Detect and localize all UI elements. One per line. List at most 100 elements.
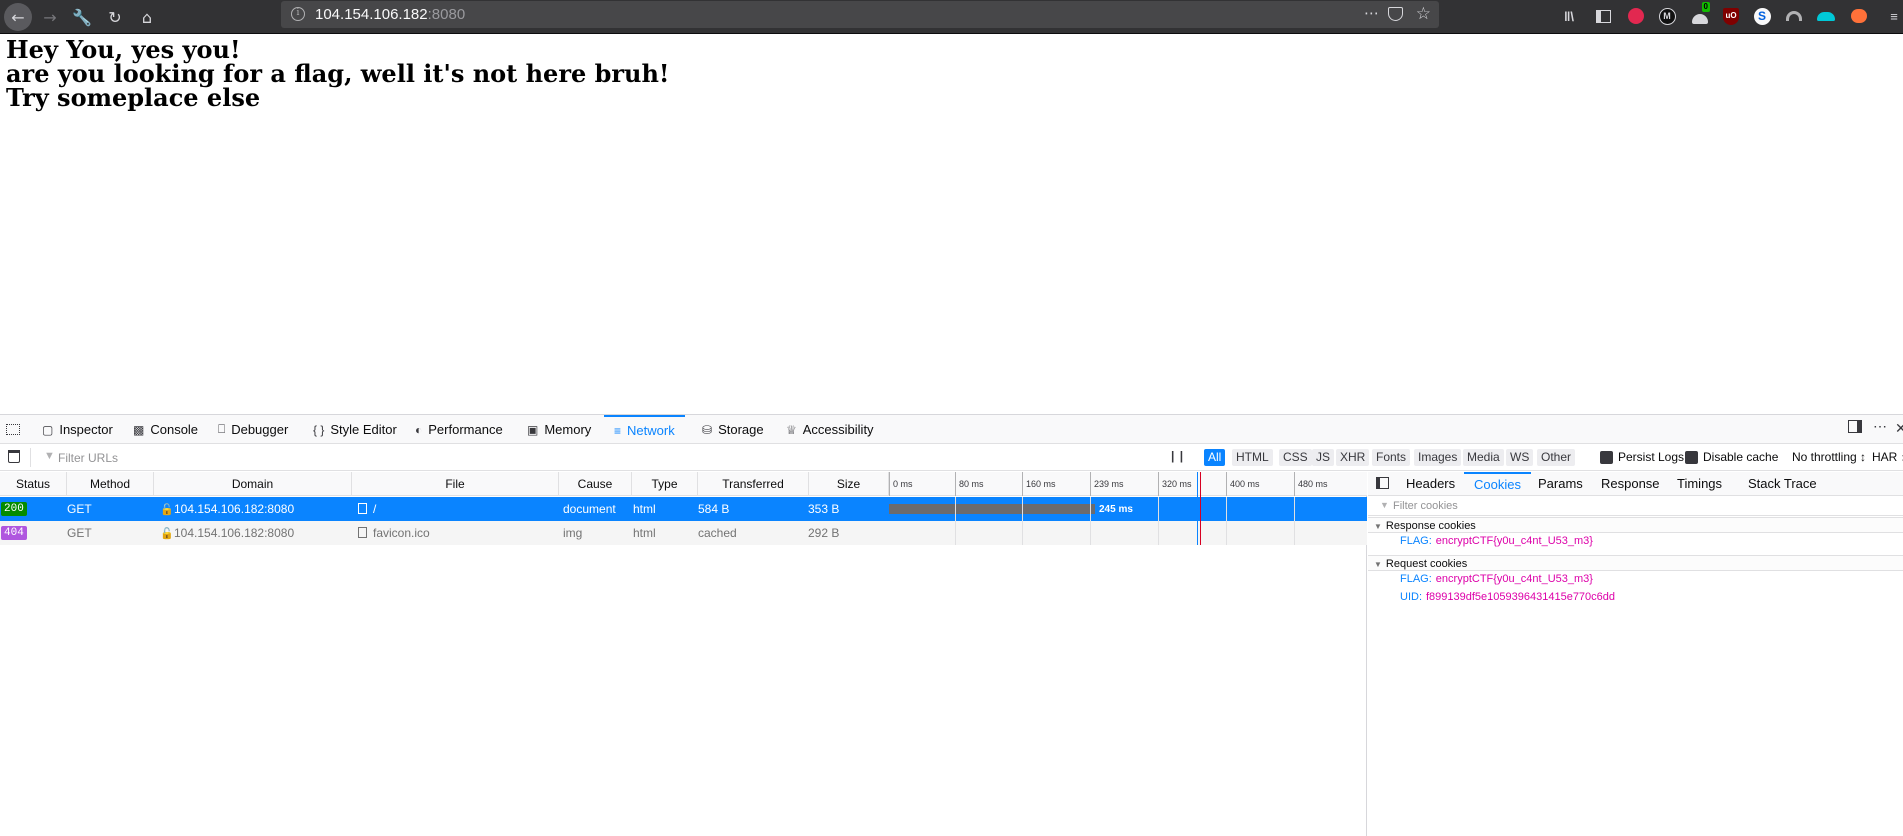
- star-icon[interactable]: ☆: [1416, 4, 1431, 24]
- disable-cache-checkbox[interactable]: Disable cache: [1685, 450, 1778, 464]
- request-cookies-header[interactable]: ▼ Request cookies: [1368, 555, 1903, 571]
- pause-button[interactable]: | |: [1171, 449, 1184, 463]
- tab-accessibility[interactable]: ♕ Accessibility: [786, 415, 874, 444]
- tab-style-editor[interactable]: { } Style Editor: [313, 415, 397, 444]
- column-status[interactable]: Status: [0, 472, 67, 496]
- filter-xhr[interactable]: XHR: [1336, 449, 1370, 466]
- cookie-row[interactable]: FLAG: encryptCTF{y0u_c4nt_U53_m3}: [1400, 535, 1593, 547]
- toggle-panel-button[interactable]: [1376, 472, 1389, 496]
- close-icon[interactable]: ✕: [1895, 420, 1903, 437]
- tab-debugger[interactable]: ⎕ Debugger: [218, 415, 288, 444]
- info-icon[interactable]: i: [291, 7, 305, 21]
- column-type[interactable]: Type: [632, 472, 698, 496]
- column-transferred[interactable]: Transferred: [698, 472, 809, 496]
- filter-media[interactable]: Media: [1463, 449, 1504, 466]
- page-line-3: Try someplace else: [6, 83, 261, 112]
- extension-red-icon[interactable]: [1626, 6, 1646, 26]
- filter-other[interactable]: Other: [1537, 449, 1576, 466]
- inspector-icon: ▢: [42, 422, 54, 437]
- filter-css[interactable]: CSS: [1279, 449, 1312, 466]
- tab-timings[interactable]: Timings: [1677, 472, 1722, 496]
- filter-images[interactable]: Images: [1414, 449, 1462, 466]
- trash-icon[interactable]: [8, 450, 20, 463]
- har-menu[interactable]: HAR ↕: [1872, 450, 1903, 464]
- file-icon: [358, 527, 367, 538]
- request-method: GET: [67, 526, 92, 540]
- tab-inspector[interactable]: ▢ Inspector: [42, 415, 113, 444]
- forward-button[interactable]: →: [36, 3, 64, 31]
- tab-headers[interactable]: Headers: [1406, 472, 1455, 496]
- pocket-icon[interactable]: [1388, 7, 1403, 21]
- request-size: 292 B: [808, 526, 840, 540]
- filter-js[interactable]: JS: [1312, 449, 1335, 466]
- filter-cookies-input[interactable]: ▼ Filter cookies: [1368, 497, 1903, 516]
- devtools-panel: ▢ Inspector ▩ Console ⎕ Debugger { } Style E…: [0, 414, 1903, 836]
- library-icon[interactable]: ‖\: [1559, 6, 1579, 26]
- column-domain[interactable]: Domain: [154, 472, 352, 496]
- pick-element-icon: [6, 424, 20, 435]
- table-row[interactable]: 200 GET 🔓104.154.106.182:8080 / document…: [0, 497, 1367, 521]
- table-row[interactable]: 404 GET 🔓104.154.106.182:8080 favicon.ic…: [0, 521, 1367, 545]
- request-domain: 🔓104.154.106.182:8080: [160, 497, 294, 521]
- column-file[interactable]: File: [352, 472, 559, 496]
- column-cause[interactable]: Cause: [559, 472, 632, 496]
- status-badge: 404: [1, 526, 27, 540]
- cookie-row[interactable]: UID: f899139df5e1059396431415e770c6dd: [1400, 591, 1615, 603]
- pick-element-button[interactable]: [6, 415, 26, 444]
- tab-performance[interactable]: ◐ Performance: [415, 415, 503, 444]
- memory-icon: ▣: [527, 422, 539, 437]
- request-cause: document: [563, 502, 616, 516]
- column-size[interactable]: Size: [809, 472, 889, 496]
- throttling-select[interactable]: No throttling ↕: [1792, 450, 1866, 464]
- tab-storage[interactable]: ⛁ Storage: [702, 415, 764, 444]
- tab-params[interactable]: Params: [1538, 472, 1583, 496]
- cloud-icon[interactable]: [1816, 6, 1836, 26]
- waterfall-gridline: [1090, 497, 1091, 545]
- style-editor-icon: { }: [313, 422, 325, 437]
- request-file: /: [358, 497, 376, 521]
- filter-html[interactable]: HTML: [1232, 449, 1273, 466]
- dock-side-icon[interactable]: [1848, 420, 1862, 436]
- more-icon[interactable]: ⋯: [1873, 418, 1887, 435]
- extension-hat-icon[interactable]: 0: [1690, 2, 1710, 26]
- tab-cookies[interactable]: Cookies: [1464, 472, 1531, 496]
- reload-button[interactable]: ↻: [101, 3, 129, 31]
- back-button[interactable]: ←: [4, 3, 32, 31]
- url-text[interactable]: 104.154.106.182:8080: [315, 6, 465, 23]
- cookie-row[interactable]: FLAG: encryptCTF{y0u_c4nt_U53_m3}: [1400, 573, 1593, 585]
- menu-icon[interactable]: ≡: [1884, 6, 1903, 26]
- tab-stack-trace[interactable]: Stack Trace: [1748, 472, 1817, 496]
- persist-logs-checkbox[interactable]: Persist Logs: [1600, 450, 1684, 464]
- filter-all[interactable]: All: [1204, 449, 1226, 466]
- ublock-icon[interactable]: uO: [1721, 6, 1741, 26]
- more-icon[interactable]: ⋯: [1364, 4, 1379, 22]
- table-header: Status Method Domain File Cause Type Tra…: [0, 472, 1367, 496]
- waterfall-gridline: [1158, 497, 1159, 545]
- accessibility-icon: ♕: [786, 422, 797, 437]
- request-table: Status Method Domain File Cause Type Tra…: [0, 472, 1367, 836]
- home-icon: ⌂: [141, 7, 153, 27]
- waterfall-gridline: [1022, 497, 1023, 545]
- url-bar[interactable]: i 104.154.106.182:8080 ⋯ ☆: [281, 1, 1439, 28]
- filter-fonts[interactable]: Fonts: [1372, 449, 1411, 466]
- url-host: 104.154.106.182: [315, 6, 428, 23]
- tab-console[interactable]: ▩ Console: [133, 415, 198, 444]
- extension-orange-icon[interactable]: [1849, 6, 1869, 26]
- request-domain-text: 104.154.106.182:8080: [174, 526, 295, 540]
- extension-arc-icon[interactable]: [1784, 6, 1804, 26]
- tab-network[interactable]: ≡ Network: [604, 415, 685, 444]
- filter-urls-input[interactable]: Filter URLs: [58, 451, 118, 465]
- home-button[interactable]: ⌂: [133, 3, 161, 31]
- extension-s-icon[interactable]: S: [1752, 6, 1772, 26]
- tab-response[interactable]: Response: [1601, 472, 1660, 496]
- disable-cache-label: Disable cache: [1703, 450, 1779, 464]
- filter-ws[interactable]: WS: [1506, 449, 1534, 466]
- request-transferred: cached: [698, 526, 737, 540]
- extension-m-icon[interactable]: M: [1657, 6, 1677, 26]
- response-cookies-header[interactable]: ▼ Response cookies: [1368, 517, 1903, 533]
- column-method[interactable]: Method: [67, 472, 154, 496]
- sidebar-icon[interactable]: [1593, 6, 1613, 26]
- tab-memory[interactable]: ▣ Memory: [527, 415, 591, 444]
- tools-button[interactable]: 🔧: [68, 3, 96, 31]
- tab-memory-label: Memory: [544, 422, 592, 437]
